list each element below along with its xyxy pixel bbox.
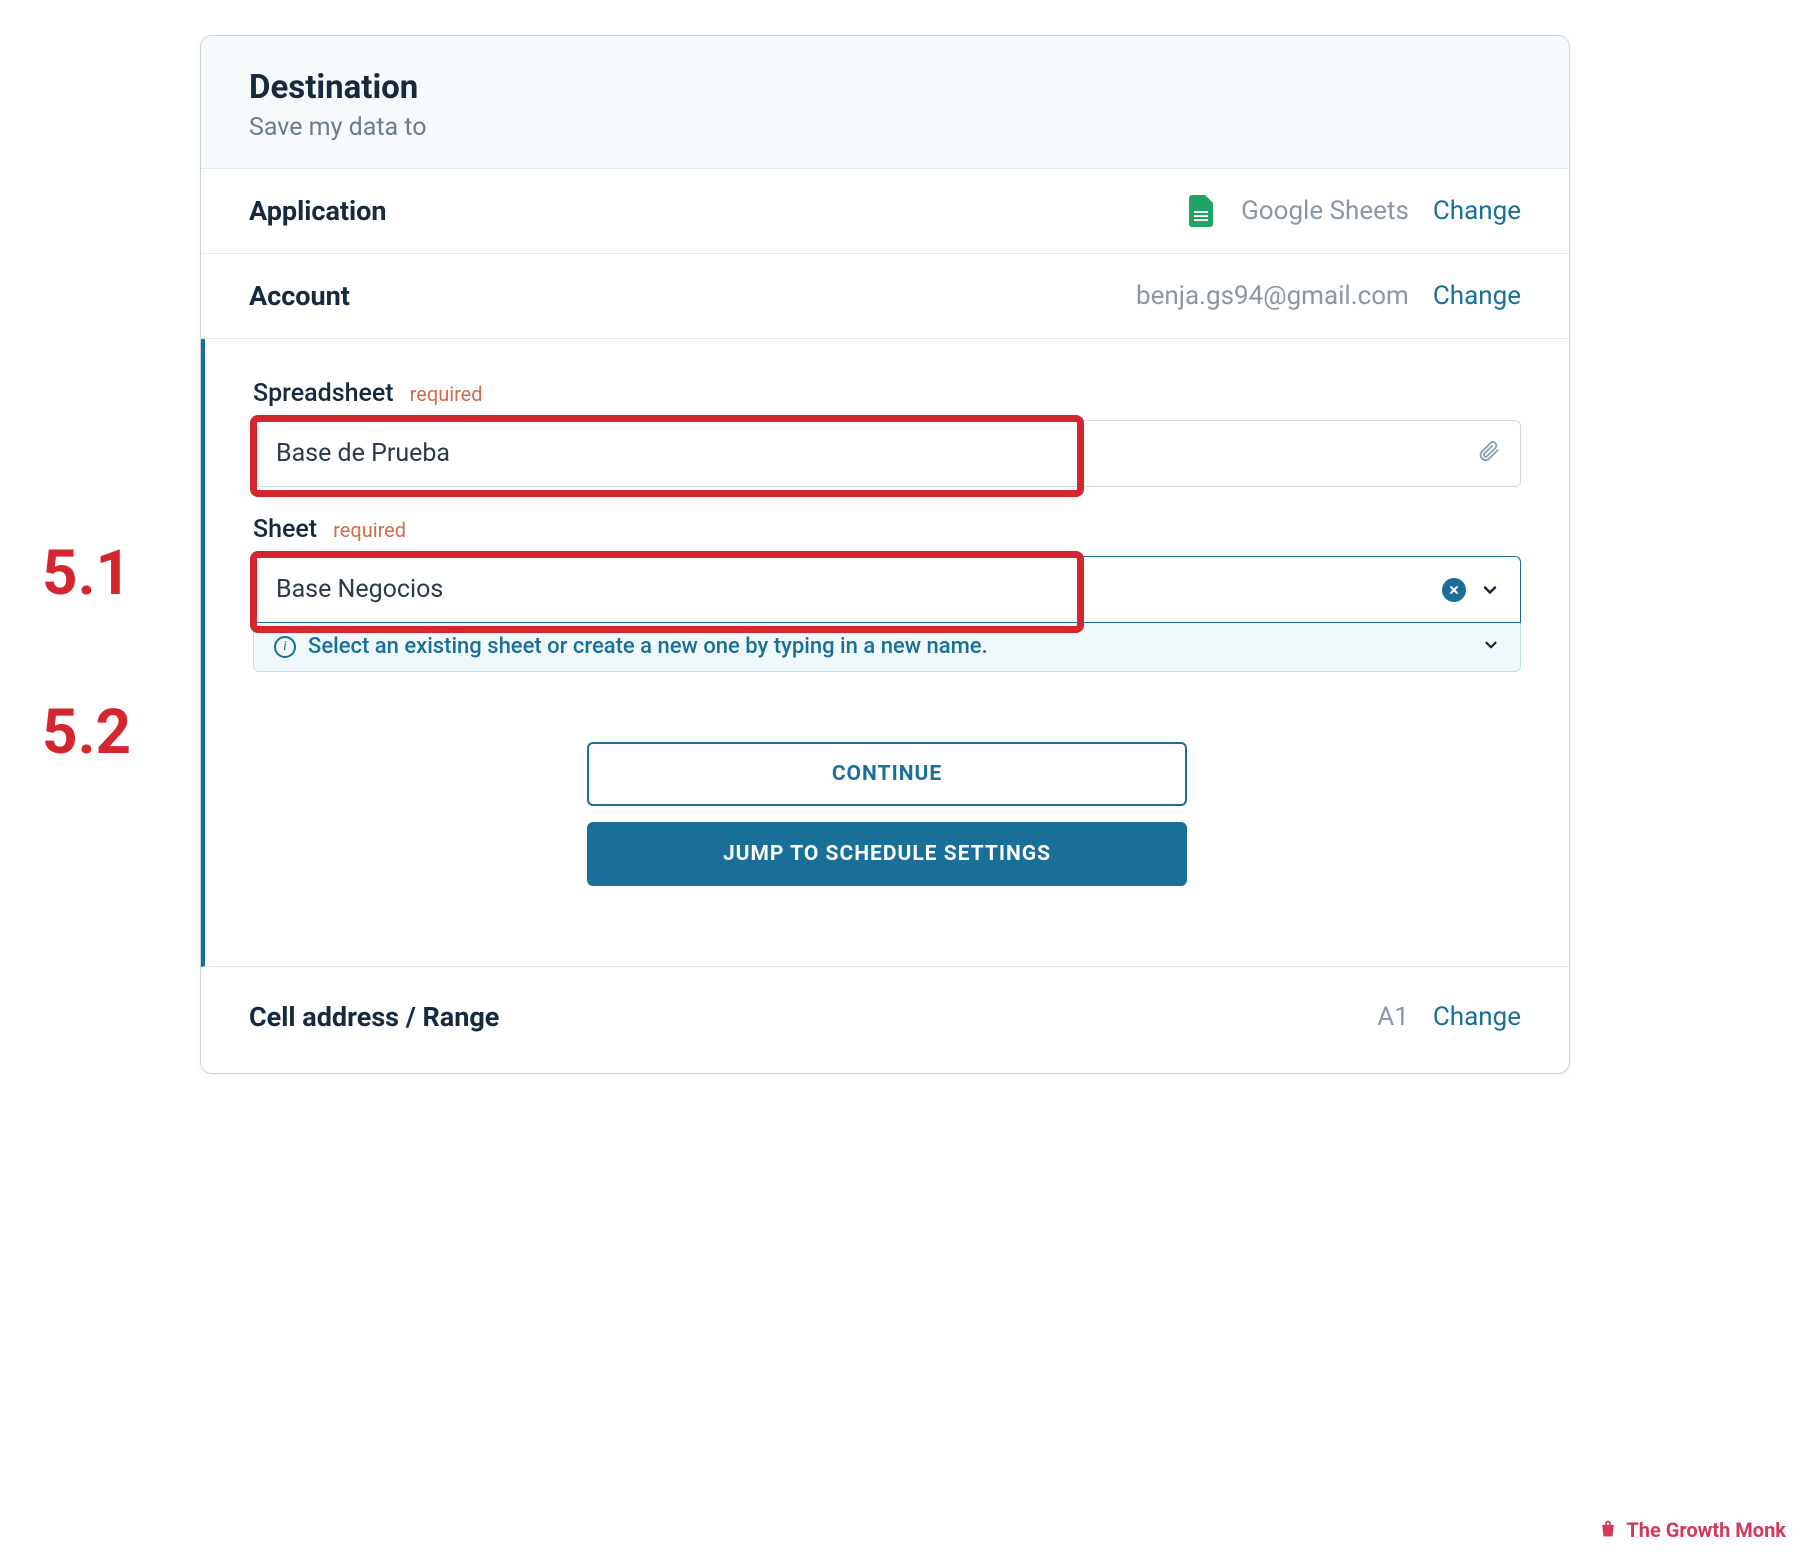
bag-icon (1598, 1519, 1618, 1541)
sheet-input-wrap[interactable] (253, 556, 1521, 623)
info-icon: i (274, 636, 296, 658)
chevron-down-icon[interactable] (1480, 580, 1500, 600)
sheet-field: Sheet required i Select an ex (253, 515, 1521, 672)
hint-chevron-down-icon[interactable] (1482, 636, 1500, 658)
watermark-text: The Growth Monk (1626, 1518, 1786, 1542)
account-row: Account benja.gs94@gmail.com Change (201, 254, 1569, 339)
continue-button[interactable]: CONTINUE (587, 742, 1187, 806)
panel-title: Destination (249, 68, 1521, 107)
cell-range-change-link[interactable]: Change (1433, 1002, 1521, 1032)
panel-subtitle: Save my data to (249, 113, 1521, 142)
spreadsheet-input[interactable] (254, 421, 1478, 486)
sheet-hint-text: Select an existing sheet or create a new… (308, 634, 988, 659)
attachment-icon[interactable] (1478, 440, 1500, 468)
application-label: Application (249, 195, 387, 227)
account-label: Account (249, 280, 350, 312)
cell-range-label: Cell address / Range (249, 1001, 499, 1033)
account-change-link[interactable]: Change (1433, 281, 1521, 311)
spreadsheet-input-wrap[interactable] (253, 420, 1521, 487)
panel-header: Destination Save my data to (201, 36, 1569, 169)
annotation-step-5-2: 5.2 (42, 702, 131, 764)
spreadsheet-field: Spreadsheet required (253, 379, 1521, 487)
sheet-required-tag: required (333, 518, 406, 542)
sheet-label: Sheet (253, 515, 317, 544)
application-row: Application Google Sheets Change (201, 169, 1569, 254)
google-sheets-icon (1189, 195, 1213, 227)
watermark: The Growth Monk (1598, 1518, 1786, 1542)
jump-to-schedule-button[interactable]: JUMP TO SCHEDULE SETTINGS (587, 822, 1187, 886)
sheet-hint-bar: i Select an existing sheet or create a n… (253, 622, 1521, 672)
application-value: Google Sheets (1241, 196, 1409, 226)
account-value: benja.gs94@gmail.com (1136, 281, 1409, 311)
spreadsheet-required-tag: required (410, 382, 483, 406)
clear-icon[interactable] (1442, 578, 1466, 602)
cell-range-row: Cell address / Range A1 Change (201, 967, 1569, 1073)
button-column: CONTINUE JUMP TO SCHEDULE SETTINGS (253, 742, 1521, 886)
cell-range-value: A1 (1377, 1002, 1409, 1032)
form-body: Spreadsheet required Sheet required (201, 339, 1569, 967)
spreadsheet-label: Spreadsheet (253, 379, 394, 408)
destination-panel: Destination Save my data to Application … (200, 35, 1570, 1074)
annotation-step-5-1: 5.1 (42, 543, 131, 605)
application-change-link[interactable]: Change (1433, 196, 1521, 226)
sheet-input[interactable] (254, 557, 1442, 622)
